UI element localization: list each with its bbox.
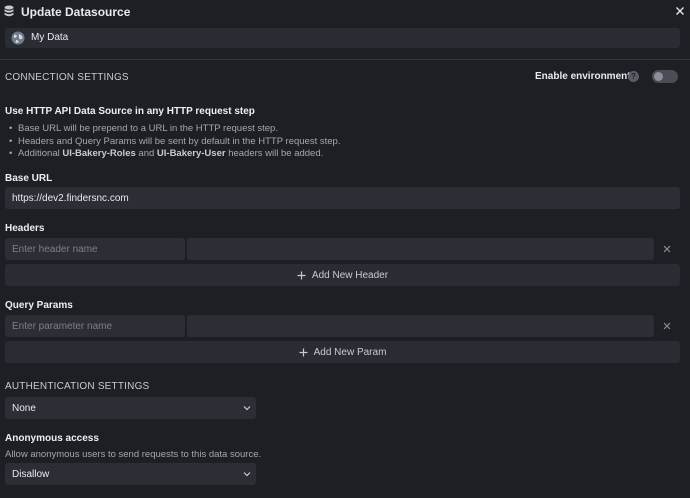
section-divider [0, 59, 690, 60]
param-name-input[interactable]: Enter parameter name [5, 315, 185, 337]
plus-icon [299, 348, 308, 356]
header-value-input[interactable] [187, 238, 654, 260]
header-name-input[interactable]: Enter header name [5, 238, 185, 260]
dialog-header: Update Datasource [0, 0, 690, 26]
anonymous-access-description: Allow anonymous users to send requests t… [5, 449, 262, 460]
headers-label: Headers [5, 223, 45, 234]
param-name-placeholder: Enter parameter name [12, 321, 113, 332]
authentication-settings-title: AUTHENTICATION SETTINGS [5, 381, 150, 392]
add-header-label: Add New Header [311, 269, 389, 281]
base-url-label: Base URL [5, 173, 53, 184]
dialog-title: Update Datasource [21, 5, 131, 19]
bullet-headers: Headers and Query Params will be sent by… [9, 136, 340, 149]
anonymous-access-select[interactable]: Disallow [5, 463, 256, 485]
add-param-button[interactable]: Add New Param [5, 341, 680, 363]
base-url-value: https://dev2.findersnc.com [12, 193, 129, 204]
datasource-name-field[interactable]: My Data [5, 28, 680, 48]
header-name-placeholder: Enter header name [12, 244, 98, 255]
enable-environments-label: Enable environments [535, 71, 637, 82]
add-param-label: Add New Param [313, 346, 387, 358]
datasource-name-value: My Data [31, 32, 69, 43]
anonymous-access-label: Anonymous access [5, 433, 99, 444]
close-icon[interactable] [674, 5, 686, 17]
bullet-additional: Additional UI-Bakery-Roles and UI-Bakery… [9, 148, 340, 161]
help-icon[interactable]: ? [628, 71, 639, 82]
chevron-down-icon [243, 406, 251, 411]
query-params-label: Query Params [5, 300, 73, 311]
authentication-select[interactable]: None [5, 397, 256, 419]
param-value-input[interactable] [187, 315, 654, 337]
connection-settings-title: CONNECTION SETTINGS [5, 72, 129, 83]
base-url-input[interactable]: https://dev2.findersnc.com [5, 187, 680, 209]
database-icon [4, 5, 14, 17]
add-header-button[interactable]: Add New Header [5, 264, 680, 286]
authentication-selected: None [12, 403, 36, 414]
toggle-knob [654, 72, 663, 81]
globe-icon [11, 31, 25, 45]
chevron-down-icon [243, 472, 251, 477]
info-bullets: Base URL will be prepend to a URL in the… [9, 123, 340, 161]
anonymous-access-selected: Disallow [12, 469, 50, 480]
remove-header-icon[interactable] [662, 244, 672, 254]
http-heading: Use HTTP API Data Source in any HTTP req… [5, 106, 255, 117]
plus-icon [297, 271, 306, 279]
bullet-base-url: Base URL will be prepend to a URL in the… [9, 123, 340, 136]
remove-param-icon[interactable] [662, 321, 672, 331]
enable-environments-toggle[interactable] [652, 70, 678, 83]
